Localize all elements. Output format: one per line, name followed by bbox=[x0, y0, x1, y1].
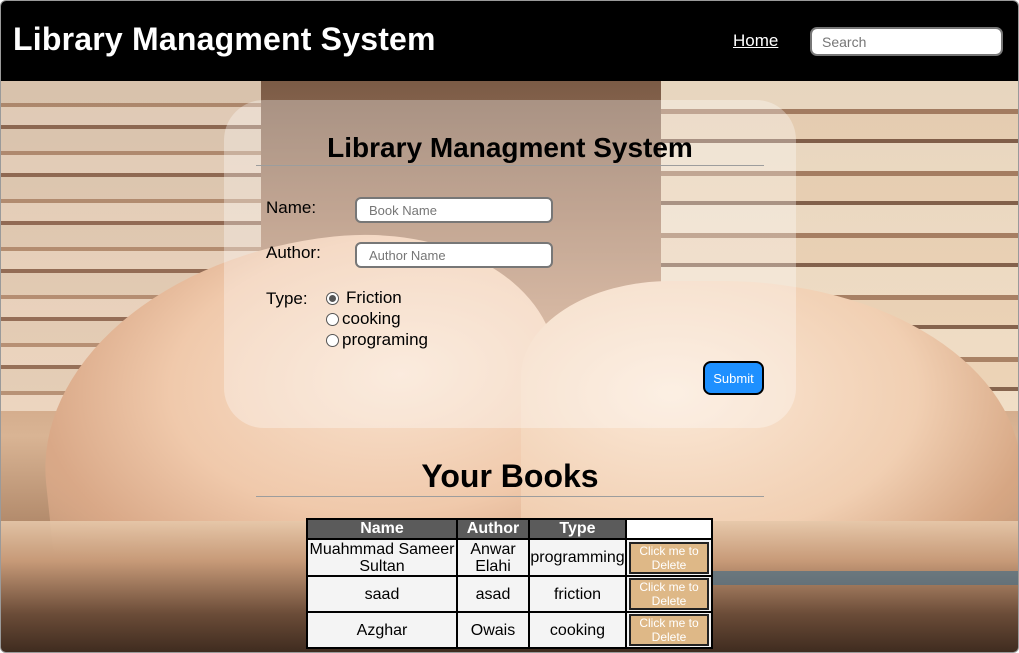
type-option-programing[interactable]: programing bbox=[326, 330, 428, 350]
column-header-type: Type bbox=[528, 518, 627, 540]
books-table: Name Author Type Muahmmad Sameer Sultan … bbox=[306, 518, 713, 649]
book-type-cell: cooking bbox=[528, 611, 627, 649]
search-input[interactable] bbox=[810, 27, 1003, 56]
type-label: Type: bbox=[266, 289, 308, 308]
author-label: Author: bbox=[266, 243, 321, 262]
delete-book-button[interactable]: Click me to Delete bbox=[629, 578, 709, 610]
name-label: Name: bbox=[266, 198, 317, 217]
type-option-cooking[interactable]: cooking bbox=[326, 309, 401, 329]
type-option-friction[interactable]: Friction bbox=[326, 288, 402, 308]
form-title: Library Managment System bbox=[327, 132, 693, 163]
table-row: saad asad friction Click me to Delete bbox=[306, 575, 713, 613]
type-option-label: programing bbox=[342, 330, 428, 349]
home-link[interactable]: Home bbox=[733, 31, 778, 51]
submit-button[interactable]: Submit bbox=[703, 361, 764, 395]
book-name-cell: saad bbox=[306, 575, 458, 613]
top-navbar: Library Managment System Home bbox=[1, 1, 1018, 81]
column-header-author: Author bbox=[456, 518, 530, 540]
form-title-divider bbox=[256, 165, 764, 166]
author-name-input[interactable] bbox=[355, 242, 553, 268]
column-header-actions bbox=[625, 518, 713, 540]
brand-title: Library Managment System bbox=[13, 21, 436, 57]
add-book-form: Library Managment System Name: Author: T… bbox=[224, 100, 796, 428]
column-header-name: Name bbox=[306, 518, 458, 540]
delete-book-button[interactable]: Click me to Delete bbox=[629, 541, 709, 574]
book-author-cell: asad bbox=[456, 575, 530, 613]
radio-button-checked[interactable] bbox=[326, 291, 339, 305]
table-row: Muahmmad Sameer Sultan Anwar Elahi progr… bbox=[306, 538, 713, 577]
actions-cell: Click me to Delete bbox=[625, 611, 713, 649]
radio-button[interactable] bbox=[326, 312, 339, 326]
your-books-divider bbox=[256, 496, 764, 497]
type-option-label: Friction bbox=[346, 288, 402, 307]
table-row: Azghar Owais cooking Click me to Delete bbox=[306, 611, 713, 649]
browser-viewport: Library Managment System Home Library Ma… bbox=[0, 0, 1019, 653]
book-name-cell: Muahmmad Sameer Sultan bbox=[306, 538, 458, 577]
your-books-heading: Your Books bbox=[421, 458, 599, 494]
background-book-spine bbox=[701, 571, 1018, 585]
book-name-cell: Azghar bbox=[306, 611, 458, 649]
book-name-input[interactable] bbox=[355, 197, 553, 223]
radio-button[interactable] bbox=[326, 333, 339, 347]
table-header-row: Name Author Type bbox=[306, 518, 713, 540]
book-type-cell: programming bbox=[528, 538, 627, 577]
type-option-label: cooking bbox=[342, 309, 401, 328]
book-type-cell: friction bbox=[528, 575, 627, 613]
delete-book-button[interactable]: Click me to Delete bbox=[629, 614, 709, 646]
actions-cell: Click me to Delete bbox=[625, 538, 713, 577]
book-author-cell: Anwar Elahi bbox=[456, 538, 530, 577]
actions-cell: Click me to Delete bbox=[625, 575, 713, 613]
book-author-cell: Owais bbox=[456, 611, 530, 649]
